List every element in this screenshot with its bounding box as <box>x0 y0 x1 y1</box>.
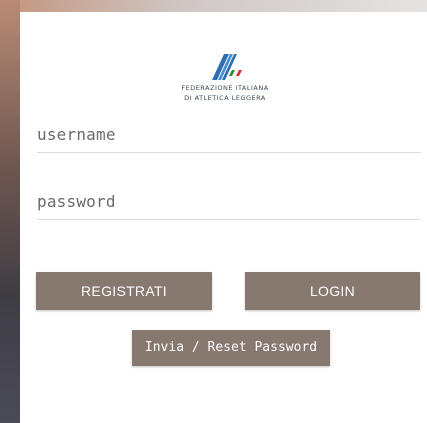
fidal-logo: FEDERAZIONE ITALIANA DI ATLETICA LEGGERA <box>175 52 275 102</box>
login-card: FEDERAZIONE ITALIANA DI ATLETICA LEGGERA… <box>20 12 427 423</box>
logo-text-line1: FEDERAZIONE ITALIANA <box>181 84 269 92</box>
reset-password-button[interactable]: Invia / Reset Password <box>132 330 330 366</box>
username-input[interactable]: username <box>37 125 421 153</box>
background-edge <box>0 0 20 423</box>
background-top-edge <box>20 0 427 12</box>
fidal-logo-icon <box>212 54 242 80</box>
password-input[interactable]: password <box>37 192 421 220</box>
register-button[interactable]: REGISTRATI <box>36 272 212 310</box>
login-button[interactable]: LOGIN <box>245 272 420 310</box>
logo-text-line2: DI ATLETICA LEGGERA <box>184 94 266 102</box>
